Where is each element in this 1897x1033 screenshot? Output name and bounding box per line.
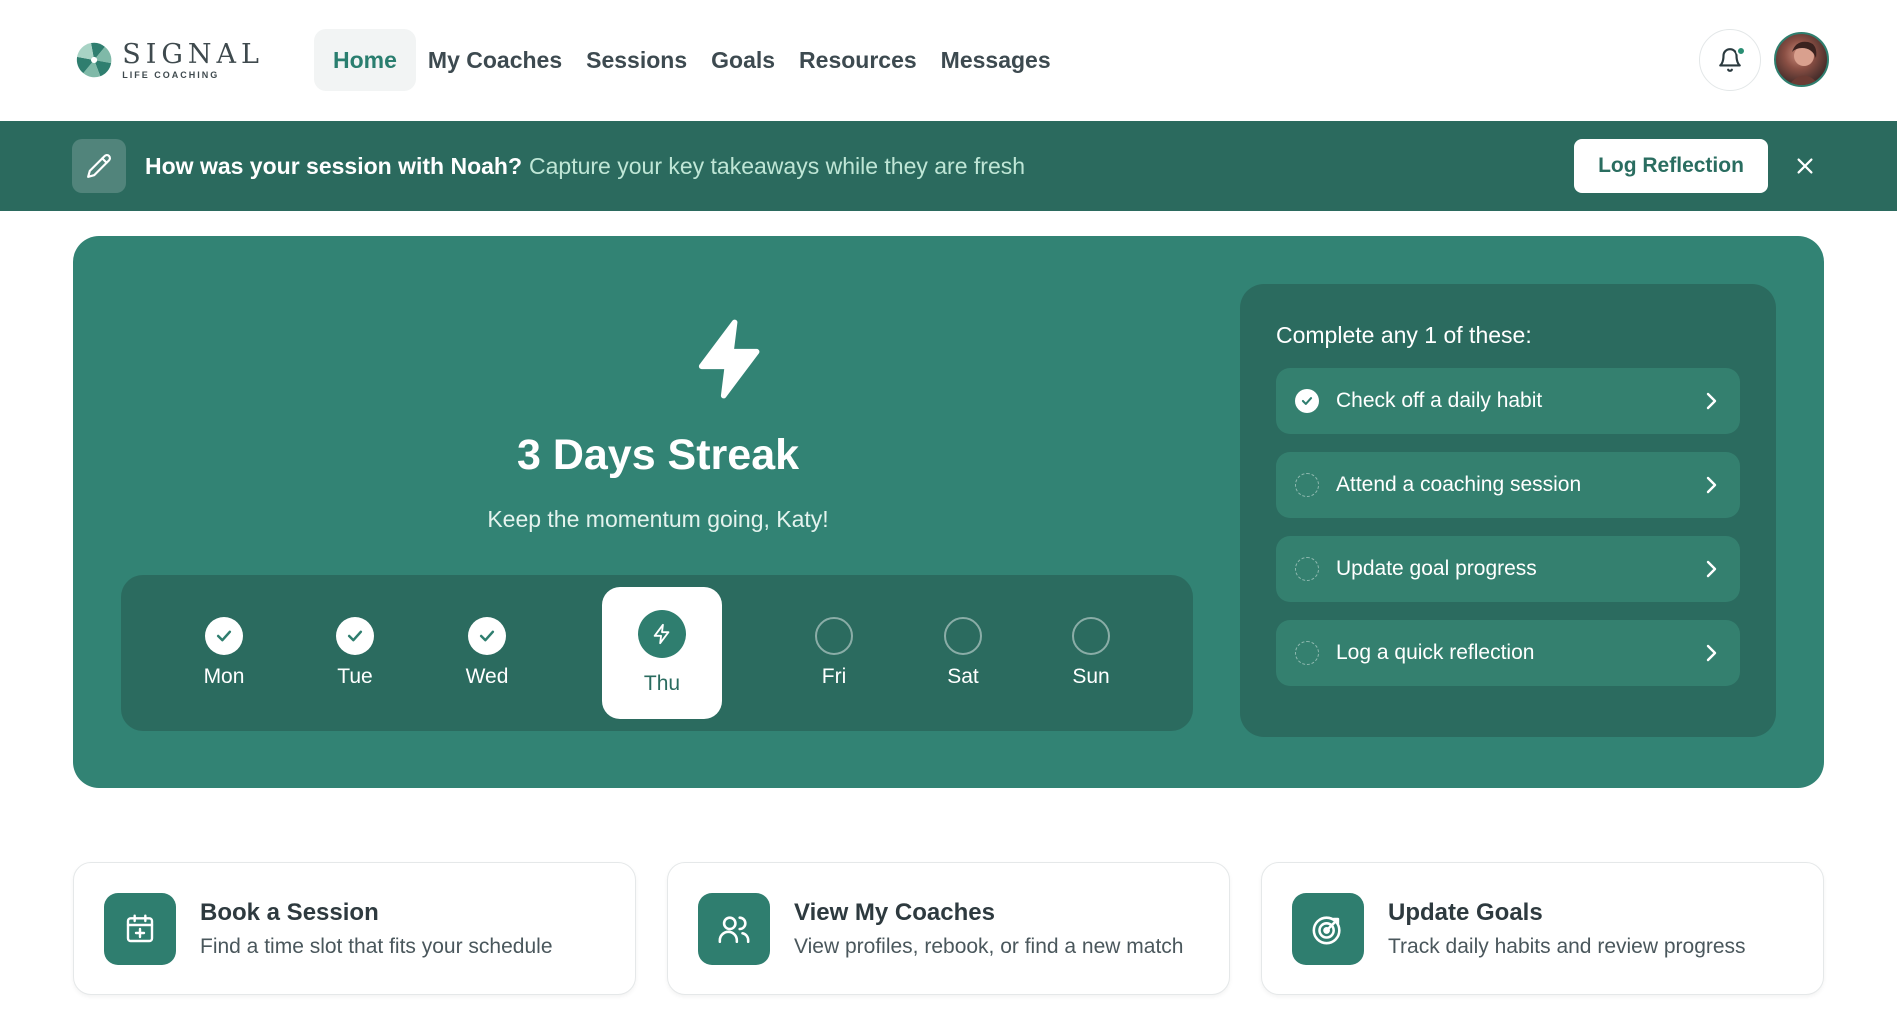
task-daily-habit[interactable]: Check off a daily habit <box>1276 368 1740 434</box>
streak-tasks-panel: Complete any 1 of these: Check off a dai… <box>1240 284 1776 737</box>
card-title: Book a Session <box>200 899 379 926</box>
banner-icon-box <box>72 139 126 193</box>
task-check <box>1295 473 1319 497</box>
banner-prompt: Capture your key takeaways while they ar… <box>529 152 1026 179</box>
users-icon <box>718 916 750 944</box>
day-sat: Sat <box>903 575 1023 731</box>
day-mon: Mon <box>164 575 284 731</box>
pencil-icon <box>87 153 112 178</box>
day-tue: Tue <box>295 575 415 731</box>
task-label: Attend a coaching session <box>1336 473 1582 496</box>
day-status <box>815 617 853 655</box>
day-status <box>944 617 982 655</box>
chevron-right-icon <box>1702 392 1720 410</box>
streak-title: 3 Days Streak <box>516 431 800 479</box>
calendar-plus-icon <box>126 914 154 943</box>
nav-resources[interactable]: Resources <box>787 29 929 91</box>
reflection-banner: How was your session with Noah? Capture … <box>0 121 1897 211</box>
day-fri: Fri <box>774 575 894 731</box>
users-icon-box <box>698 893 770 965</box>
card-description: View profiles, rebook, or find a new mat… <box>794 935 1184 958</box>
check-icon <box>347 630 363 642</box>
day-label: Sat <box>947 665 979 688</box>
target-icon <box>1312 916 1341 945</box>
check-icon <box>1301 397 1313 405</box>
day-status <box>468 617 506 655</box>
streak-subtitle: Keep the momentum going, Katy! <box>487 506 829 532</box>
check-icon <box>479 630 495 642</box>
task-quick-reflection[interactable]: Log a quick reflection <box>1276 620 1740 686</box>
book-session-card[interactable]: Book a Session Find a time slot that fit… <box>73 862 636 995</box>
day-label: Mon <box>203 665 245 688</box>
user-avatar[interactable] <box>1774 32 1829 87</box>
week-tracker: Mon Tue Wed Thu Fri Sat Sun <box>121 575 1193 731</box>
nav-messages[interactable]: Messages <box>929 29 1063 91</box>
logo-subtitle: LIFE COACHING <box>122 69 220 80</box>
check-icon <box>216 630 232 642</box>
task-goal-progress[interactable]: Update goal progress <box>1276 536 1740 602</box>
lightning-icon <box>698 319 760 399</box>
day-label: Wed <box>465 665 509 688</box>
banner-question: How was your session with Noah? <box>145 152 523 179</box>
notification-dot <box>1736 46 1746 56</box>
day-label: Tue <box>337 665 373 688</box>
view-coaches-card[interactable]: View My Coaches View profiles, rebook, o… <box>667 862 1230 995</box>
top-header: SIGNAL LIFE COACHING Home My Coaches Ses… <box>0 0 1897 121</box>
day-thu-today: Thu <box>602 587 722 719</box>
chevron-right-icon <box>1702 644 1720 662</box>
update-goals-card[interactable]: Update Goals Track daily habits and revi… <box>1261 862 1824 995</box>
target-icon-box <box>1292 893 1364 965</box>
task-check <box>1295 557 1319 581</box>
banner-message: How was your session with Noah? Capture … <box>145 121 1025 211</box>
day-label: Sun <box>1072 665 1110 688</box>
day-label: Thu <box>643 672 681 695</box>
logo-word: SIGNAL <box>122 38 264 70</box>
day-sun: Sun <box>1031 575 1151 731</box>
card-description: Find a time slot that fits your schedule <box>200 935 553 958</box>
calendar-plus-icon-box <box>104 893 176 965</box>
chevron-right-icon <box>1702 560 1720 578</box>
banner-close-button[interactable] <box>1790 151 1820 181</box>
notifications-button[interactable] <box>1699 29 1761 91</box>
close-icon <box>1797 158 1813 174</box>
card-title: Update Goals <box>1388 899 1543 926</box>
task-check <box>1295 389 1319 413</box>
lightning-small-icon <box>653 623 670 645</box>
day-label: Fri <box>821 665 847 688</box>
avatar-photo <box>1789 41 1819 85</box>
chevron-right-icon <box>1702 476 1720 494</box>
nav-goals[interactable]: Goals <box>699 29 787 91</box>
main-nav: Home My Coaches Sessions Goals Resources… <box>314 29 1063 91</box>
card-title: View My Coaches <box>794 899 995 926</box>
nav-home[interactable]: Home <box>314 29 416 91</box>
day-status <box>205 617 243 655</box>
task-coaching-session[interactable]: Attend a coaching session <box>1276 452 1740 518</box>
task-check <box>1295 641 1319 665</box>
card-description: Track daily habits and review progress <box>1388 935 1746 958</box>
day-status <box>336 617 374 655</box>
logo-text: SIGNAL LIFE COACHING <box>122 38 264 80</box>
day-status <box>1072 617 1110 655</box>
logo-mark-icon <box>76 42 112 78</box>
nav-sessions[interactable]: Sessions <box>574 29 699 91</box>
log-reflection-button[interactable]: Log Reflection <box>1574 139 1768 193</box>
task-label: Update goal progress <box>1336 557 1537 580</box>
signal-logo[interactable]: SIGNAL LIFE COACHING <box>74 31 264 89</box>
task-label: Log a quick reflection <box>1336 641 1535 664</box>
streak-card: 3 Days Streak Keep the momentum going, K… <box>73 236 1824 788</box>
task-label: Check off a daily habit <box>1336 389 1543 412</box>
nav-my-coaches[interactable]: My Coaches <box>416 29 574 91</box>
day-status <box>638 610 686 658</box>
day-wed: Wed <box>427 575 547 731</box>
tasks-title: Complete any 1 of these: <box>1276 322 1532 348</box>
